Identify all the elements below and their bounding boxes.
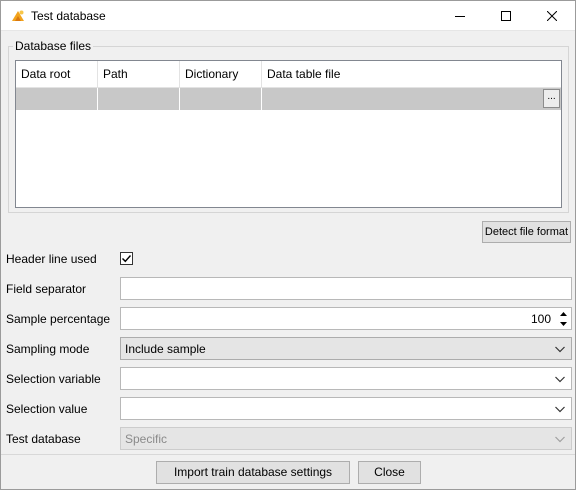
chevron-down-icon — [555, 346, 565, 353]
sample-percentage-label: Sample percentage — [6, 312, 111, 326]
chevron-down-icon — [559, 321, 567, 326]
cell-data-root[interactable] — [16, 88, 98, 110]
field-separator-label: Field separator — [6, 282, 87, 296]
spinner-buttons — [556, 309, 570, 328]
selection-variable-label: Selection variable — [6, 372, 101, 386]
sampling-mode-dropdown[interactable]: Include sample — [120, 337, 572, 360]
import-train-settings-button[interactable]: Import train database settings — [156, 461, 350, 484]
database-files-label: Database files — [13, 39, 94, 53]
column-header-data-root[interactable]: Data root — [16, 61, 98, 88]
column-header-path[interactable]: Path — [98, 61, 180, 88]
spinner-down-button[interactable] — [556, 319, 570, 328]
maximize-icon — [501, 11, 511, 21]
cell-data-table-file[interactable]: ... — [262, 88, 561, 110]
chevron-down-icon — [555, 376, 565, 383]
header-line-used-label: Header line used — [6, 252, 97, 266]
chevron-up-icon — [559, 311, 567, 316]
maximize-button[interactable] — [483, 1, 529, 31]
column-header-data-table-file[interactable]: Data table file — [262, 61, 561, 88]
detect-file-format-button[interactable]: Detect file format — [482, 221, 571, 243]
database-files-table[interactable]: Data root Path Dictionary Data table fil… — [15, 60, 562, 208]
cell-dictionary[interactable] — [180, 88, 262, 110]
table-row[interactable]: ... — [16, 88, 561, 110]
minimize-button[interactable] — [437, 1, 483, 31]
window-title: Test database — [31, 9, 106, 23]
chevron-down-icon — [555, 436, 565, 443]
test-database-value: Specific — [125, 432, 168, 446]
column-header-dictionary[interactable]: Dictionary — [180, 61, 262, 88]
header-line-used-checkbox[interactable] — [120, 252, 133, 265]
table-header: Data root Path Dictionary Data table fil… — [16, 61, 561, 88]
close-window-button[interactable] — [529, 1, 575, 31]
sample-percentage-spinner[interactable]: 100 — [120, 307, 572, 330]
test-database-dropdown[interactable]: Specific — [120, 427, 572, 450]
selection-value-dropdown[interactable] — [120, 397, 572, 420]
minimize-icon — [455, 16, 465, 17]
sample-percentage-value: 100 — [530, 312, 551, 326]
field-separator-input[interactable] — [120, 277, 572, 300]
sampling-mode-value: Include sample — [125, 342, 206, 356]
close-button[interactable]: Close — [358, 461, 421, 484]
browse-file-button[interactable]: ... — [543, 89, 560, 108]
app-logo-icon — [10, 8, 26, 24]
chevron-down-icon — [555, 406, 565, 413]
test-database-label: Test database — [6, 432, 81, 446]
footer-divider — [1, 454, 575, 455]
selection-variable-dropdown[interactable] — [120, 367, 572, 390]
checkmark-icon — [122, 255, 132, 263]
test-database-dialog: Test database Database files Data root P… — [0, 0, 576, 490]
close-icon — [547, 11, 557, 21]
selection-value-label: Selection value — [6, 402, 88, 416]
sampling-mode-label: Sampling mode — [6, 342, 90, 356]
spinner-up-button[interactable] — [556, 309, 570, 318]
cell-path[interactable] — [98, 88, 180, 110]
title-bar[interactable]: Test database — [1, 1, 575, 31]
